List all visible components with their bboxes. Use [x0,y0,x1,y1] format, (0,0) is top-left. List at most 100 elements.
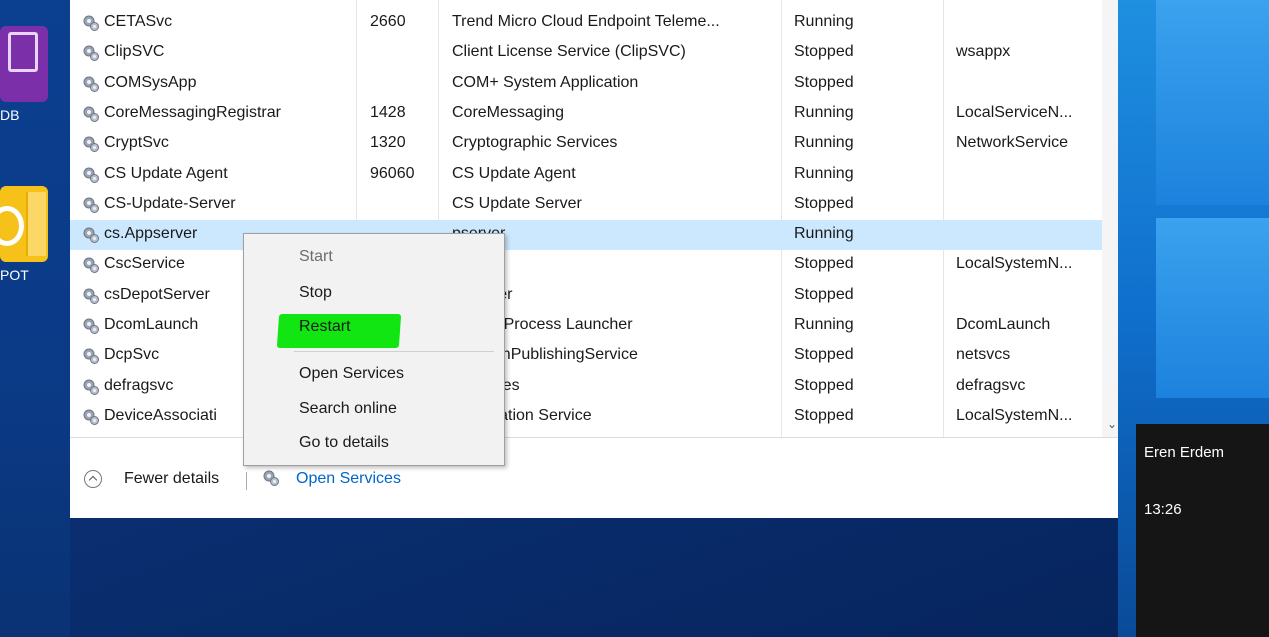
service-description: Client License Service (ClipSVC) [452,43,686,60]
menu-item-restart[interactable]: Restart [299,318,351,336]
service-group: LocalSystemN... [956,255,1073,272]
service-name: ClipSVC [104,43,165,60]
table-row[interactable]: cs.AppserverpserverRunning [70,220,1102,250]
services-gear-icon [262,469,280,487]
table-row[interactable]: CryptSvc 1320 Cryptographic Services Runnin… [70,129,1102,159]
menu-item-search-online[interactable]: Search online [299,400,397,418]
service-status: Running [794,13,854,30]
service-gear-icon [82,256,100,274]
service-group: DcomLaunch [956,316,1051,333]
table-row[interactable]: csDepotServerotServerStopped [70,281,1102,311]
fewer-details-button[interactable]: Fewer details [124,470,219,488]
windows-logo-pane [1156,0,1269,205]
service-description: COM+ System Application [452,74,639,91]
service-name: CS Update Agent [104,165,228,182]
service-name: CS-Update-Server [104,195,236,212]
service-description: CS Update Server [452,195,582,212]
windows-logo-pane [1156,218,1269,398]
desktop-left-strip: DB POT [0,0,70,637]
menu-item-start[interactable]: Start [299,248,333,266]
service-description: Cryptographic Services [452,134,618,151]
service-name: COMSysApp [104,74,197,91]
desktop-app-icon[interactable] [0,26,48,102]
service-status: Stopped [794,346,854,363]
table-row[interactable]: CS Update Agent 96060 CS Update Agent Runni… [70,160,1102,190]
service-status: Stopped [794,407,854,424]
table-row[interactable]: DcpSvc ollectionPublishingService Stopped n… [70,341,1102,371]
service-status: Running [794,104,854,121]
table-row[interactable]: CscServiceFilesStoppedLocalSystemN... [70,250,1102,280]
table-row[interactable]: CETASvc 2660 Trend Micro Cloud Endpoint Te… [70,8,1102,38]
services-table: CETASvc 2660 Trend Micro Cloud Endpoint Te… [70,0,1102,437]
service-status: Stopped [794,377,854,394]
service-group: LocalServiceN... [956,104,1073,121]
task-manager-window: CETASvc 2660 Trend Micro Cloud Endpoint Te… [70,0,1118,518]
menu-item-stop[interactable]: Stop [299,284,332,302]
service-status: Stopped [794,43,854,60]
service-group: wsappx [956,43,1011,60]
service-status: Running [794,225,854,242]
table-row[interactable]: CoreMessagingRegistrar 1428 CoreMessaging R… [70,99,1102,129]
service-name: DcomLaunch [104,316,199,333]
notification-panel: Eren Erdem 13:26 [1136,424,1269,637]
service-name: defragsvc [104,377,174,394]
service-group: LocalSystemN... [956,407,1073,424]
service-group: defragsvc [956,377,1026,394]
menu-item-go-to-details[interactable]: Go to details [299,434,389,452]
desktop-icon-label: DB [0,107,20,123]
table-row[interactable]: DeviceAssociati Association Service Stoppe… [70,402,1102,432]
context-menu: Start Stop Restart Open Services Search … [243,233,505,466]
table-row[interactable]: ClipSVC Client License Service (ClipSVC) S… [70,38,1102,68]
service-group: netsvcs [956,346,1011,363]
service-name: cs.Appserver [104,225,198,242]
service-name: CoreMessagingRegistrar [104,104,281,121]
service-pid: 1320 [370,134,406,151]
service-status: Running [794,165,854,182]
service-gear-icon [82,135,100,153]
service-gear-icon [82,14,100,32]
vertical-scrollbar[interactable] [1102,0,1118,437]
service-status: Stopped [794,286,854,303]
service-name: DcpSvc [104,346,160,363]
service-name: csDepotServer [104,286,210,303]
menu-separator [294,351,494,352]
table-row[interactable]: CS-Update-Server CS Update Server Stopped [70,190,1102,220]
table-row[interactable]: COMSysApp COM+ System Application Stopped [70,69,1102,99]
service-pid: 96060 [370,165,415,182]
scroll-down-icon[interactable]: ⌄ [1107,417,1117,431]
desktop-folder-icon[interactable] [0,186,48,262]
footer-bar: Fewer details Open Services [70,462,1118,492]
service-status: Running [794,134,854,151]
service-status: Stopped [794,74,854,91]
service-description: Trend Micro Cloud Endpoint Teleme... [452,13,720,30]
service-gear-icon [82,408,100,426]
service-gear-icon [82,75,100,93]
open-services-link[interactable]: Open Services [296,470,401,488]
service-name: CscService [104,255,185,272]
footer-separator [246,472,247,490]
service-gear-icon [82,105,100,123]
service-gear-icon [82,44,100,62]
service-gear-icon [82,378,100,396]
service-gear-icon [82,166,100,184]
service-gear-icon [82,347,100,365]
service-pid: 1428 [370,104,406,121]
service-pid: 2660 [370,13,406,30]
service-description: CoreMessaging [452,104,565,121]
service-gear-icon [82,196,100,214]
table-row[interactable]: defragsvcize drivesStoppeddefragsvc [70,372,1102,402]
service-name: CETASvc [104,13,173,30]
service-group: NetworkService [956,134,1069,151]
service-description: CS Update Agent [452,165,576,182]
notification-time: 13:26 [1144,501,1182,518]
service-gear-icon [82,287,100,305]
menu-item-open-services[interactable]: Open Services [299,365,404,383]
table-row[interactable]: DcomLaunch Server Process Launcher Running… [70,311,1102,341]
service-gear-icon [82,226,100,244]
service-status: Stopped [794,255,854,272]
service-status: Running [794,316,854,333]
service-status: Stopped [794,195,854,212]
footer-divider [70,437,1118,438]
chevron-up-icon[interactable] [84,470,102,488]
service-name: CryptSvc [104,134,169,151]
